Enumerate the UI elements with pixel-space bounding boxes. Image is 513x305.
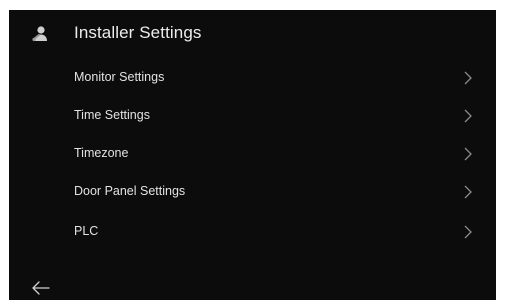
menu-item-monitor-settings[interactable]: Monitor Settings: [9, 60, 496, 97]
menu-item-label: PLC: [74, 224, 99, 238]
back-button[interactable]: [29, 278, 53, 298]
menu-item-label: Time Settings: [74, 108, 150, 122]
chevron-right-icon: [463, 224, 473, 240]
header: Installer Settings: [9, 10, 496, 56]
menu-item-label: Monitor Settings: [74, 70, 165, 84]
back-arrow-icon: [29, 281, 53, 300]
chevron-right-icon: [463, 184, 473, 200]
menu-item-time-settings[interactable]: Time Settings: [9, 98, 496, 135]
menu-item-plc[interactable]: PLC: [9, 214, 496, 251]
chevron-right-icon: [463, 108, 473, 124]
menu-item-label: Door Panel Settings: [74, 184, 186, 198]
chevron-right-icon: [463, 70, 473, 86]
menu-item-door-panel-settings[interactable]: Door Panel Settings: [9, 174, 496, 211]
page-title: Installer Settings: [74, 23, 202, 42]
installer-settings-screen: Installer Settings Monitor Settings Time…: [9, 10, 496, 300]
menu-item-label: Timezone: [74, 146, 129, 160]
menu-item-timezone[interactable]: Timezone: [9, 136, 496, 173]
chevron-right-icon: [463, 146, 473, 162]
installer-icon: [31, 24, 51, 44]
